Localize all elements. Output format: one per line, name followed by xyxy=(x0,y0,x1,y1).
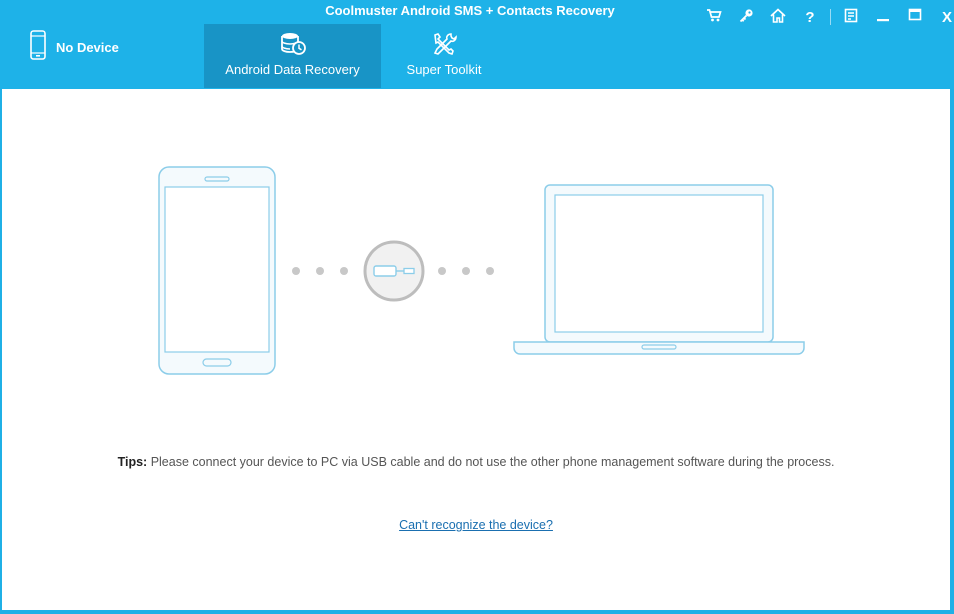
close-button[interactable]: X xyxy=(931,6,954,28)
tips-label: Tips: xyxy=(117,455,148,469)
help-link-row: Can't recognize the device? xyxy=(2,518,950,532)
feedback-icon xyxy=(844,8,859,27)
tab-android-data-recovery[interactable]: Android Data Recovery xyxy=(204,24,381,88)
tools-icon xyxy=(431,32,457,59)
connection-dots-right xyxy=(438,267,494,275)
app-window: Coolmuster Android SMS + Contacts Recove… xyxy=(0,0,954,614)
minimize-button[interactable] xyxy=(867,6,899,28)
minimize-icon xyxy=(876,8,890,26)
tab-super-toolkit[interactable]: Super Toolkit xyxy=(381,24,507,88)
cart-button[interactable] xyxy=(698,6,730,28)
tab-label: Android Data Recovery xyxy=(225,62,360,77)
window-controls: ? X xyxy=(698,6,954,28)
main-content: Tips: Please connect your device to PC v… xyxy=(2,89,950,610)
divider xyxy=(830,9,831,25)
device-status-label: No Device xyxy=(56,39,119,55)
connection-illustration xyxy=(158,166,805,375)
register-button[interactable] xyxy=(730,6,762,28)
phone-icon xyxy=(30,29,46,65)
cant-recognize-device-link[interactable]: Can't recognize the device? xyxy=(399,518,553,532)
maximize-button[interactable] xyxy=(899,6,931,28)
home-button[interactable] xyxy=(762,6,794,28)
help-button[interactable]: ? xyxy=(794,6,826,28)
cart-icon xyxy=(706,8,722,26)
home-icon xyxy=(770,7,786,27)
header-bar: Coolmuster Android SMS + Contacts Recove… xyxy=(0,0,954,89)
database-clock-icon xyxy=(280,32,306,59)
laptop-illustration xyxy=(513,184,805,355)
device-status: No Device xyxy=(30,29,119,65)
tab-label: Super Toolkit xyxy=(406,62,482,77)
phone-illustration xyxy=(158,166,276,375)
tips-message: Tips: Please connect your device to PC v… xyxy=(2,455,950,469)
tips-text: Please connect your device to PC via USB… xyxy=(150,455,835,469)
connection-dots-left xyxy=(292,267,348,275)
feedback-button[interactable] xyxy=(835,6,867,28)
key-icon xyxy=(739,8,754,27)
maximize-icon xyxy=(908,8,922,26)
usb-cable-icon xyxy=(363,240,425,302)
